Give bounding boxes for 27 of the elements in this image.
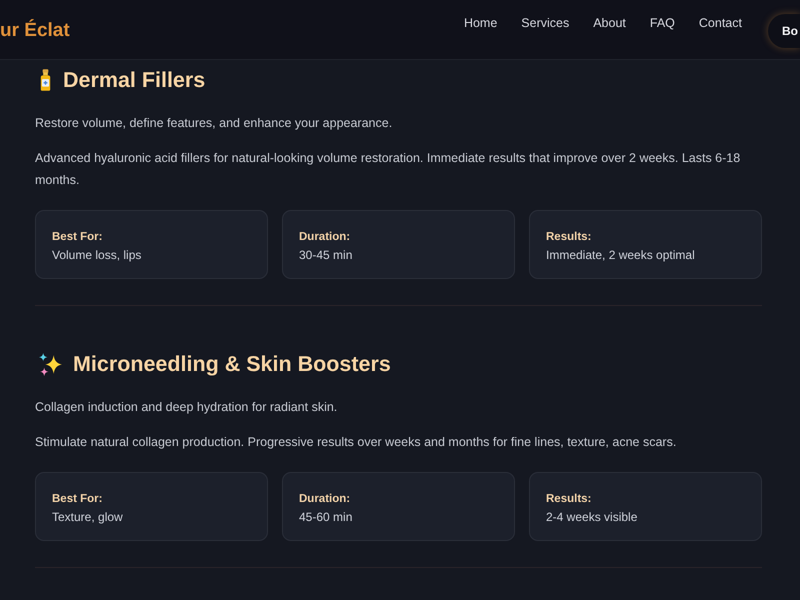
- nav-link[interactable]: About: [593, 15, 626, 31]
- nav-link[interactable]: FAQ: [650, 15, 675, 31]
- bottle-icon: [38, 68, 53, 92]
- nav-link[interactable]: Services: [521, 15, 570, 31]
- info-value: Volume loss, lips: [52, 247, 142, 264]
- section-title: Microneedling & Skin Boosters: [73, 351, 391, 378]
- info-label: Results:: [546, 230, 592, 245]
- info-value: 30-45 min: [299, 247, 354, 264]
- sparkles-icon: [38, 352, 63, 376]
- section-description: Advanced hyaluronic acid fillers for natural-looking volume restoration. Immediate results that improve over 2 weeks. Lasts 6-18 months.: [35, 150, 742, 189]
- nav-link[interactable]: Home: [464, 15, 498, 31]
- cta-button[interactable]: Bo: [768, 14, 800, 48]
- info-value: Immediate, 2 weeks optimal: [546, 247, 696, 264]
- nav-link[interactable]: Contact: [698, 15, 742, 31]
- section-tagline: Restore volume, define features, and enhance your appearance.: [35, 115, 394, 132]
- info-label: Results:: [546, 492, 592, 507]
- section-tagline: Collagen induction and deep hydration for radiant skin.: [35, 399, 338, 416]
- info-label: Duration:: [299, 230, 352, 245]
- info-label: Best For:: [52, 230, 104, 245]
- info-label: Best For:: [52, 492, 104, 507]
- section-description: Stimulate natural collagen production. Progressive results over weeks and months for fine lines, texture, acne scars.: [35, 434, 678, 451]
- info-label: Duration:: [299, 492, 352, 507]
- info-value: 45-60 min: [299, 509, 354, 526]
- brand-logo[interactable]: ur Éclat: [0, 20, 70, 42]
- info-value: 2-4 weeks visible: [546, 509, 638, 526]
- section-title: Dermal Fillers: [63, 67, 206, 94]
- info-value: Texture, glow: [52, 509, 124, 526]
